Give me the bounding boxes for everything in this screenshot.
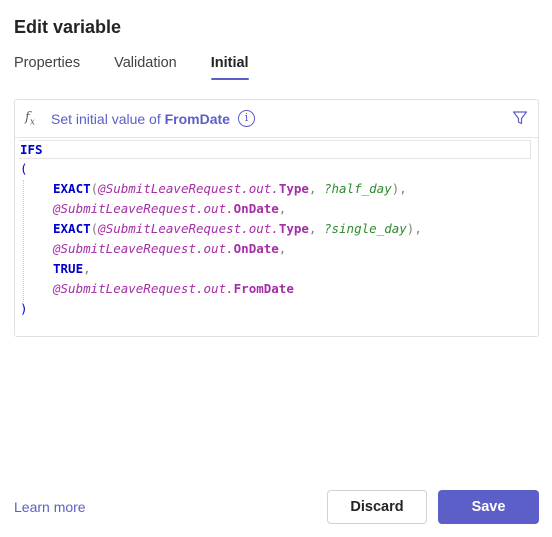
discard-button[interactable]: Discard: [327, 490, 427, 524]
code-line: EXACT(@SubmitLeaveRequest.out.Type, ?sin…: [20, 219, 538, 239]
code-token: ,: [414, 221, 422, 236]
code-token: .out.: [241, 221, 279, 236]
code-token: OnDate: [233, 241, 279, 256]
code-token: @SubmitLeaveRequest: [98, 181, 242, 196]
code-token: Type: [278, 181, 309, 196]
code-token: @SubmitLeaveRequest: [53, 241, 196, 256]
code-token: FromDate: [233, 281, 294, 296]
indent-guide: [23, 180, 24, 302]
code-token: ,: [278, 241, 287, 256]
code-token: (: [20, 161, 28, 176]
code-line: EXACT(@SubmitLeaveRequest.out.Type, ?hal…: [20, 179, 538, 199]
tab-properties[interactable]: Properties: [14, 53, 80, 83]
fx-icon: fx: [25, 109, 35, 128]
code-token: TRUE: [53, 261, 84, 276]
code-token: .out.: [241, 181, 279, 196]
code-line: @SubmitLeaveRequest.out.OnDate,: [20, 199, 538, 219]
editor-header: fx Set initial value of FromDate i: [15, 100, 538, 138]
code-line: @SubmitLeaveRequest.out.OnDate,: [20, 239, 538, 259]
code-token: EXACT: [53, 181, 91, 196]
header-prefix: Set initial value of: [51, 110, 165, 127]
code-token: EXACT: [53, 221, 91, 236]
code-token: ,: [308, 181, 317, 196]
formula-editor[interactable]: fx Set initial value of FromDate i IFS (…: [14, 99, 539, 337]
code-token: ,: [308, 221, 317, 236]
tab-initial[interactable]: Initial: [210, 53, 249, 83]
code-token: ?half_day: [323, 181, 392, 196]
code-line: ): [20, 299, 538, 319]
code-line: @SubmitLeaveRequest.out.FromDate: [20, 279, 538, 299]
code-token: ,: [83, 261, 91, 276]
tab-bar: Properties Validation Initial: [14, 53, 283, 83]
code-token: ,: [399, 181, 407, 196]
code-token: IFS: [20, 142, 43, 157]
code-line: IFS: [19, 140, 531, 159]
header-variable-name: FromDate: [164, 110, 230, 127]
code-token: OnDate: [233, 201, 279, 216]
tab-validation[interactable]: Validation: [114, 53, 177, 83]
code-token: @SubmitLeaveRequest: [53, 281, 196, 296]
code-token: ,: [278, 201, 287, 216]
code-token: .out.: [196, 241, 234, 256]
code-token: .out.: [196, 281, 234, 296]
editor-header-text: Set initial value of FromDate: [51, 111, 230, 127]
info-icon[interactable]: i: [237, 110, 255, 127]
code-token: ?single_day: [323, 221, 407, 236]
code-line: TRUE,: [20, 259, 538, 279]
dialog-title: Edit variable: [14, 17, 122, 37]
learn-more-link[interactable]: Learn more: [14, 499, 86, 515]
code-token: ): [20, 301, 28, 316]
code-token: @SubmitLeaveRequest: [53, 201, 196, 216]
save-button[interactable]: Save: [438, 490, 539, 524]
code-area[interactable]: IFS ( EXACT(@SubmitLeaveRequest.out.Type…: [15, 138, 538, 319]
code-token: Type: [278, 221, 309, 236]
code-token: .out.: [196, 201, 234, 216]
code-line: (: [20, 159, 538, 179]
filter-icon[interactable]: [512, 110, 528, 126]
code-token: @SubmitLeaveRequest: [98, 221, 242, 236]
